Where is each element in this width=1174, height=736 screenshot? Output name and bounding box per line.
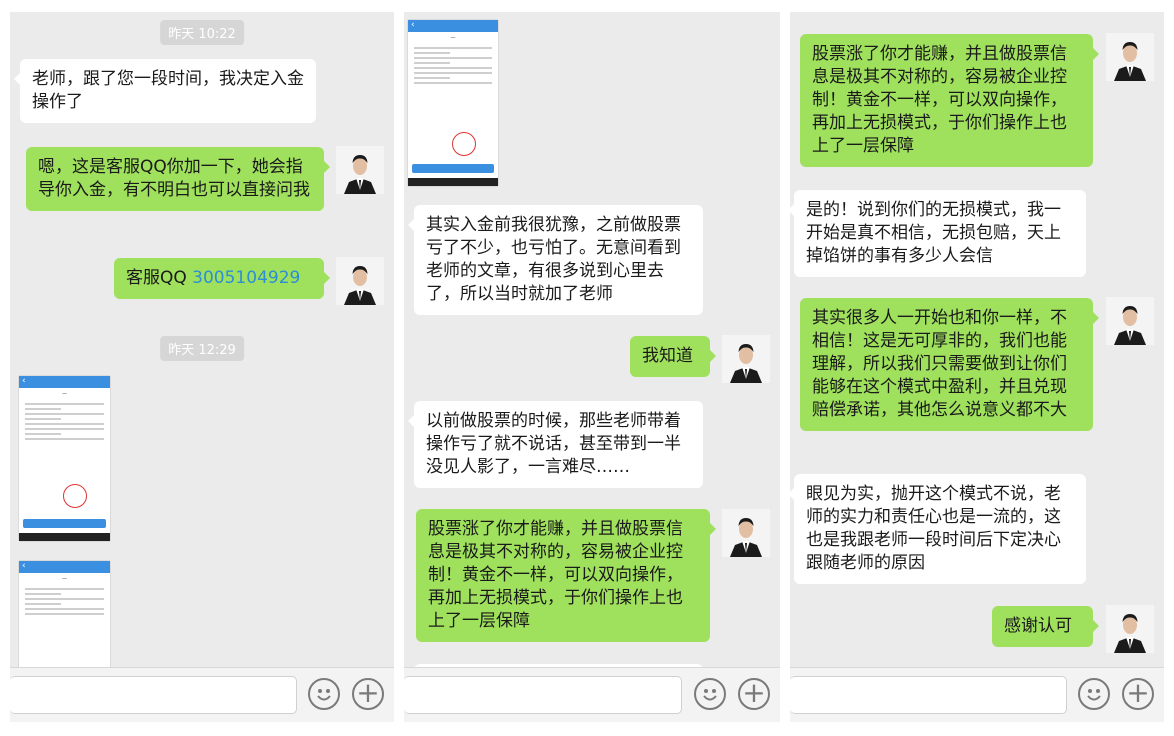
thumb-title: —: [62, 391, 67, 397]
qq-number-link[interactable]: 3005104929: [192, 268, 300, 288]
thumb-header: [408, 20, 498, 32]
input-bar: +: [404, 667, 780, 722]
message-bubble-outgoing: 我知道: [630, 336, 716, 377]
plus-icon[interactable]: +: [1122, 678, 1154, 710]
plus-icon[interactable]: +: [352, 678, 384, 710]
message-bubble-incoming: 眼见为实，抛开这个模式不说，老师的实力和责任心也是一流的，这也是我跟老师一段时间…: [790, 474, 1086, 584]
avatar[interactable]: [336, 146, 384, 194]
message-bubble-outgoing: 其实很多人一开始也和你一样，不相信！这是无可厚非的，我们也能理解，所以我们只需要…: [800, 298, 1099, 431]
message-bubble-outgoing: 嗯，这是客服QQ你加一下，她会指导你入金，有不明白也可以直接问我: [26, 147, 330, 211]
message-bubble-outgoing: 股票涨了你才能赚，并且做股票信息是极其不对称的，容易被企业控制！黄金不一样，可以…: [800, 34, 1099, 167]
avatar-man-icon: [1106, 33, 1154, 81]
message-input[interactable]: [10, 676, 297, 714]
thumb-button: [23, 519, 106, 528]
chat-panel-1: 昨天 10:22 老师，跟了您一段时间，我决定入金操作了 嗯，这是客服QQ你加一…: [10, 12, 394, 722]
message-bubble-incoming: 其实入金前我很犹豫，之前做股票亏了不少，也亏怕了。无意间看到老师的文章，有很多说…: [408, 205, 703, 315]
plus-icon[interactable]: +: [738, 678, 770, 710]
input-bar: +: [790, 667, 1164, 722]
message-bubble-outgoing: 感谢认可: [992, 606, 1099, 647]
avatar[interactable]: [722, 335, 770, 383]
avatar[interactable]: [1106, 33, 1154, 81]
chat-panel-3: 股票涨了你才能赚，并且做股票信息是极其不对称的，容易被企业控制！黄金不一样，可以…: [790, 12, 1164, 722]
thumb-header: [19, 561, 110, 573]
avatar[interactable]: [722, 509, 770, 557]
thumb-title: —: [62, 576, 67, 582]
image-message-thumbnail[interactable]: —: [408, 20, 498, 186]
input-bar: +: [10, 667, 394, 722]
avatar-man-icon: [1106, 297, 1154, 345]
timestamp: 昨天 12:29: [160, 336, 244, 361]
avatar-man-icon: [1106, 605, 1154, 653]
message-input[interactable]: [790, 676, 1067, 714]
thumb-button: [412, 164, 494, 173]
avatar[interactable]: [1106, 297, 1154, 345]
emoji-icon[interactable]: [1078, 678, 1110, 710]
message-bubble-incoming: 以前做股票的时候，那些老师带着操作亏了就不说话，甚至带到一半没见人影了，一言难尽…: [408, 401, 703, 488]
message-bubble-incoming: 是的！说到你们的无损模式，我一开始是真不相信，无损包赔，天上掉馅饼的事有多少人会…: [790, 190, 1086, 277]
image-message-thumbnail[interactable]: —: [19, 561, 110, 671]
stamp-seal-icon: [63, 484, 87, 508]
qq-label: 客服QQ: [126, 268, 193, 288]
avatar-man-icon: [336, 257, 384, 305]
avatar[interactable]: [1106, 605, 1154, 653]
thumb-header: [19, 376, 110, 388]
message-input[interactable]: [404, 676, 682, 714]
message-bubble-outgoing: 客服QQ 3005104929: [114, 258, 330, 299]
avatar-man-icon: [336, 146, 384, 194]
timestamp: 昨天 10:22: [160, 20, 244, 45]
stamp-seal-icon: [452, 132, 476, 156]
emoji-icon[interactable]: [308, 678, 340, 710]
message-bubble-incoming: 老师，跟了您一段时间，我决定入金操作了: [14, 59, 316, 123]
thumb-title: —: [450, 35, 456, 41]
avatar[interactable]: [336, 257, 384, 305]
message-bubble-outgoing: 股票涨了你才能赚，并且做股票信息是极其不对称的，容易被企业控制！黄金不一样，可以…: [416, 509, 716, 642]
avatar-man-icon: [722, 509, 770, 557]
emoji-icon[interactable]: [694, 678, 726, 710]
chat-panel-2: — 其实入金前我很犹豫，之前做股票亏了不少，也亏怕了。无意间看到老师的文章，有很…: [404, 12, 780, 722]
image-message-thumbnail[interactable]: —: [19, 376, 110, 541]
avatar-man-icon: [722, 335, 770, 383]
